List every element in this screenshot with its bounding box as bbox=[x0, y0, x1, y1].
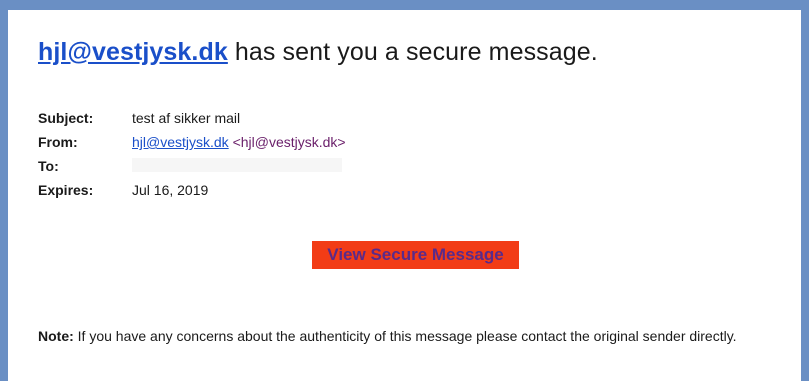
sender-email-link[interactable]: hjl@vestjysk.dk bbox=[38, 38, 228, 66]
message-headline: hjl@vestjysk.dk has sent you a secure me… bbox=[38, 38, 598, 67]
email-message-frame: hjl@vestjysk.dk has sent you a secure me… bbox=[8, 10, 801, 381]
from-email-link[interactable]: hjl@vestjysk.dk bbox=[132, 134, 229, 150]
note-text: If you have any concerns about the authe… bbox=[73, 328, 737, 344]
from-value: hjl@vestjysk.dk <hjl@vestjysk.dk> bbox=[132, 134, 346, 150]
expires-value: Jul 16, 2019 bbox=[132, 182, 209, 198]
view-secure-message-button[interactable]: View Secure Message bbox=[312, 241, 519, 269]
headline-text: has sent you a secure message. bbox=[227, 38, 598, 66]
authenticity-note: Note: If you have any concerns about the… bbox=[38, 325, 788, 347]
expires-row: Expires: Jul 16, 2019 bbox=[38, 178, 346, 202]
to-row: To: bbox=[38, 154, 346, 178]
note-label: Note: bbox=[38, 328, 74, 344]
subject-row: Subject: test af sikker mail bbox=[38, 106, 346, 130]
subject-value: test af sikker mail bbox=[132, 110, 241, 126]
from-label: From: bbox=[38, 134, 78, 150]
from-address: <hjl@vestjysk.dk> bbox=[228, 134, 346, 150]
message-meta: Subject: test af sikker mail From: hjl@v… bbox=[38, 106, 346, 202]
to-label: To: bbox=[38, 158, 59, 174]
to-value bbox=[132, 157, 342, 175]
from-row: From: hjl@vestjysk.dk <hjl@vestjysk.dk> bbox=[38, 130, 346, 154]
subject-label: Subject: bbox=[38, 110, 94, 126]
redacted-recipient bbox=[132, 157, 342, 172]
expires-label: Expires: bbox=[38, 182, 94, 198]
